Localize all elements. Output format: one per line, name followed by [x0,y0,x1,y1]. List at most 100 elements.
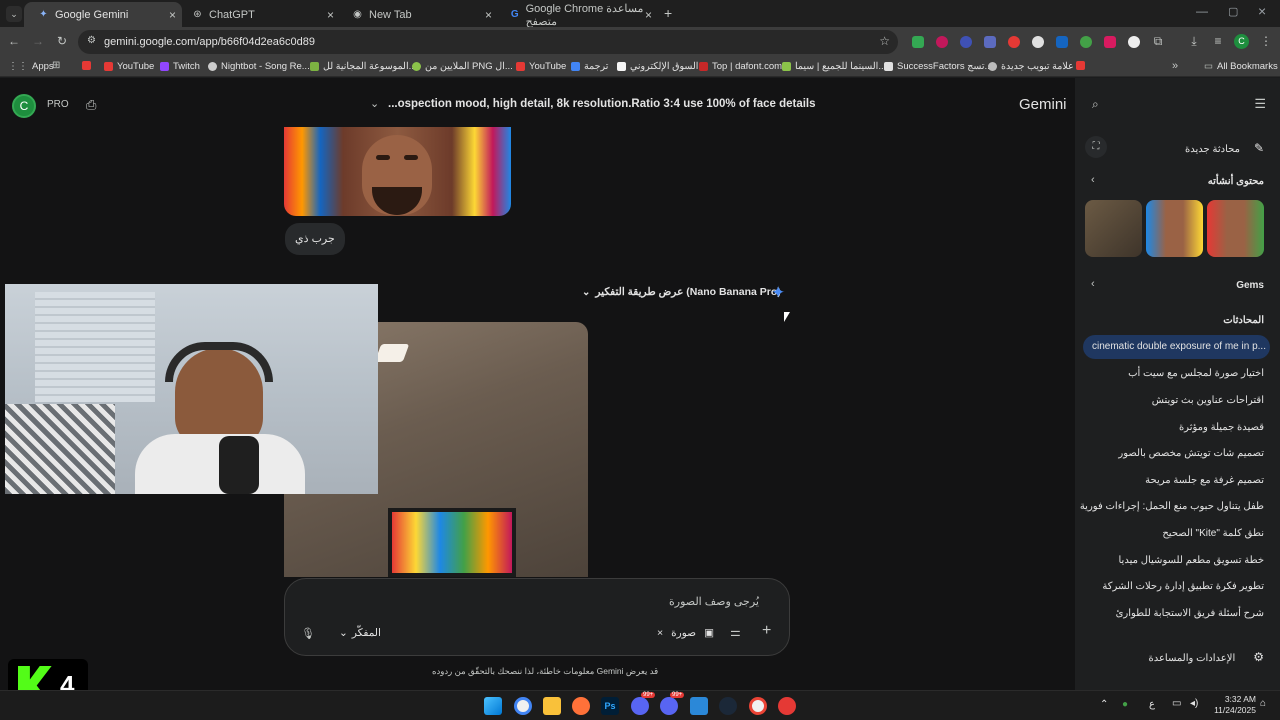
tools-icon[interactable]: ⚌ [730,625,741,639]
chat-title-chevron-icon[interactable]: ⌄ [370,97,379,110]
menu-icon[interactable]: ⋮ [1258,34,1274,48]
chat-item[interactable]: تطوير فكرة تطبيق إدارة رحلات الشركة [1102,581,1264,592]
menu-icon[interactable]: ☰ [1254,96,1266,112]
discord-icon[interactable]: 99+ [660,692,685,715]
clock-time[interactable]: 3:32 AM [1208,694,1256,704]
windows-start-icon[interactable] [484,697,502,715]
steam-icon[interactable] [719,697,737,715]
gems-header[interactable]: Gems [1236,280,1264,291]
bookmark-apps[interactable]: ⋮⋮ Apps [8,61,54,72]
chat-item[interactable]: شرح أسئلة فريق الاستجابة للطوارئ [1116,608,1264,619]
bookmark-item[interactable]: السينما للجميع | سيما... [782,61,886,72]
address-bar[interactable]: ⚙ gemini.google.com/app/b66f04d2ea6c0d89… [78,30,898,54]
extension-icon[interactable] [912,36,924,48]
back-icon[interactable]: ← [6,34,22,48]
site-info-icon[interactable]: ⚙ [87,35,96,46]
firefox-icon[interactable] [572,697,590,715]
notification-bell-icon[interactable]: ⌂ [1260,698,1266,709]
temporary-chat-icon[interactable]: ⎙ [86,97,96,113]
maximize-button[interactable]: ▢ [1228,5,1238,18]
extension-icon[interactable] [1008,36,1020,48]
extension-icon[interactable] [984,36,996,48]
language-indicator[interactable]: ع [1149,699,1155,710]
bookmark-item[interactable]: السوق الإلكتروني [617,61,698,72]
forward-icon[interactable]: → [30,34,46,48]
extension-icon[interactable] [1080,36,1092,48]
tab-groups-icon[interactable]: ⊞ [52,60,60,71]
my-stuff-thumbnail[interactable] [1085,200,1142,257]
prompt-box[interactable]: يُرجى وصف الصورة 🎙 ⌄ المفكّر × صورة ▣ ⚌ … [284,578,790,656]
chevron-left-icon[interactable]: ‹ [1091,174,1095,186]
mode-selector[interactable]: ⌄ المفكّر [339,627,381,639]
screenshot-icon[interactable]: ⛶ [1085,136,1107,158]
reload-icon[interactable]: ↻ [54,34,70,48]
network-icon[interactable]: ▭ [1172,698,1181,709]
chat-item[interactable]: طفل يتناول حبوب منع الحمل: إجراءات فورية [1080,501,1264,512]
bookmark-item[interactable] [1076,61,1089,70]
all-bookmarks[interactable]: ▭ All Bookmarks [1204,61,1278,72]
image-chip[interactable]: × صورة ▣ [657,627,714,639]
avatar[interactable]: C [12,94,36,118]
chevron-left-icon[interactable]: ‹ [1091,278,1095,290]
star-icon[interactable]: ☆ [879,34,890,48]
chat-item[interactable]: اقتراحات عناوين بث تويتش [1152,395,1264,406]
bookmark-item[interactable] [82,61,95,70]
generated-image-thumbnail[interactable] [284,127,511,216]
bookmark-item[interactable]: Twitch [160,61,200,72]
bookmark-item[interactable]: Nightbot - Song Re... [208,61,310,72]
bookmark-item[interactable]: YouTube [516,61,566,72]
extension-icon[interactable] [1128,36,1140,48]
prompt-input[interactable]: يُرجى وصف الصورة [669,595,759,608]
close-icon[interactable]: × [485,8,492,22]
extensions-puzzle-icon[interactable]: ⧉ [1150,34,1166,49]
volume-icon[interactable]: ◂) [1190,698,1198,709]
new-chat-button[interactable]: ✎محادثة جديدة [1185,141,1264,155]
chat-title[interactable]: ...ospection mood, high detail, 8k resol… [388,98,816,110]
minimize-button[interactable]: — [1196,4,1208,18]
bookmark-item[interactable]: ترجمة [571,61,608,72]
my-stuff-header[interactable]: محتوى أنشأته [1208,176,1264,187]
discord-icon[interactable]: 99+ [631,692,656,715]
tab-chrome-help[interactable]: G Google Chrome مساعدة متصفح × [496,2,658,28]
extension-icon[interactable] [1104,36,1116,48]
file-explorer-icon[interactable] [543,697,561,715]
bookmark-item[interactable]: الملايين من PNG ال... [412,61,513,72]
extension-icon[interactable] [936,36,948,48]
tab-search-icon[interactable]: ⌄ [6,6,22,22]
chat-item[interactable]: نطق كلمة "Kite" الصحيح [1162,528,1264,539]
bookmark-item[interactable]: الموسوعة المجانية لل... [310,61,417,72]
chevron-up-icon[interactable]: ⌃ [1100,699,1108,710]
chat-item[interactable]: قصيدة جميلة ومؤثرة [1179,422,1264,433]
extension-icon[interactable] [1032,36,1044,48]
microphone-icon[interactable]: ● [1122,699,1128,710]
bookmark-item[interactable]: SuccessFactors تسج... [884,61,992,72]
download-icon[interactable]: ⤓ [1186,34,1202,49]
tab-new-tab[interactable]: ◉ New Tab × [338,2,498,27]
bookmark-item[interactable]: Top | dafont.com [699,61,782,72]
more-bookmarks-icon[interactable]: » [1172,60,1178,72]
microphone-icon[interactable]: 🎙 [301,627,315,640]
extension-icon[interactable] [960,36,972,48]
profile-avatar[interactable]: C [1234,34,1249,49]
chrome-taskbar-icon[interactable] [514,697,532,715]
chat-item[interactable]: تصميم شات تويتش مخصص بالصور [1118,448,1264,459]
media-icon[interactable]: ≡ [1210,34,1226,48]
photoshop-icon[interactable]: Ps [601,697,619,715]
my-stuff-thumbnail[interactable] [1146,200,1203,257]
clock-date[interactable]: 11/24/2025 [1208,705,1256,715]
extension-icon[interactable] [1056,36,1068,48]
tab-gemini[interactable]: ✦ Google Gemini × [24,2,182,27]
close-icon[interactable]: × [327,8,334,22]
close-icon[interactable]: × [645,8,652,22]
new-tab-button[interactable]: + [664,5,672,21]
chrome-taskbar-icon[interactable] [749,697,767,715]
chat-item-selected[interactable]: cinematic double exposure of me in p... [1083,335,1270,359]
my-stuff-thumbnail[interactable] [1207,200,1264,257]
close-icon[interactable]: × [657,627,663,639]
bookmark-item[interactable]: علامة تبويب جديدة [988,61,1074,72]
tab-chatgpt[interactable]: ⊛ ChatGPT × [178,2,340,27]
photos-icon[interactable] [690,697,708,715]
search-icon[interactable]: ⌕ [1092,97,1099,112]
chat-item[interactable]: تصميم غرفة مع جلسة مريحة [1145,475,1264,486]
chat-item[interactable]: اختيار صورة لمجلس مع سيت أب [1128,368,1264,379]
